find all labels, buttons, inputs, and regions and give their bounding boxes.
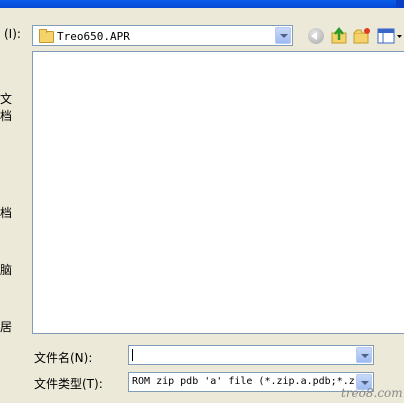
filename-value: [132, 349, 133, 361]
chevron-down-icon[interactable]: [275, 27, 291, 44]
sidebar-item-network[interactable]: 居: [0, 318, 12, 335]
filetype-select[interactable]: ROM zip pdb 'a' file (*.zip.a.pdb;*.z: [128, 372, 374, 392]
look-in-dropdown[interactable]: Treo650.APR: [32, 25, 293, 46]
sidebar-item-my-documents[interactable]: 档: [0, 204, 12, 221]
back-button[interactable]: [306, 26, 326, 46]
folder-icon: [39, 29, 54, 43]
up-folder-icon: [331, 26, 347, 44]
filename-input[interactable]: [128, 345, 374, 365]
look-in-label: (I):: [4, 27, 21, 41]
back-icon: [308, 28, 324, 44]
chevron-down-icon[interactable]: [356, 347, 372, 363]
new-folder-icon: [353, 28, 370, 44]
new-folder-button[interactable]: [352, 26, 372, 46]
close-button-edge[interactable]: [396, 0, 404, 8]
watermark: treo8.com: [341, 386, 403, 400]
title-bar: [0, 0, 404, 8]
filetype-label: 文件类型(T):: [34, 377, 103, 391]
up-folder-button[interactable]: [330, 26, 350, 46]
sidebar-item-documents[interactable]: 文档: [0, 90, 22, 124]
look-in-value: Treo650.APR: [57, 30, 130, 43]
file-list[interactable]: [32, 51, 404, 334]
sidebar-item-computer[interactable]: 脑: [0, 261, 12, 278]
view-menu-button[interactable]: [376, 26, 404, 46]
places-bar: 文档 档 脑 居: [0, 50, 22, 390]
filetype-value: ROM zip pdb 'a' file (*.zip.a.pdb;*.z: [132, 376, 355, 387]
filename-label: 文件名(N):: [34, 351, 93, 365]
view-menu-icon: [377, 28, 402, 44]
